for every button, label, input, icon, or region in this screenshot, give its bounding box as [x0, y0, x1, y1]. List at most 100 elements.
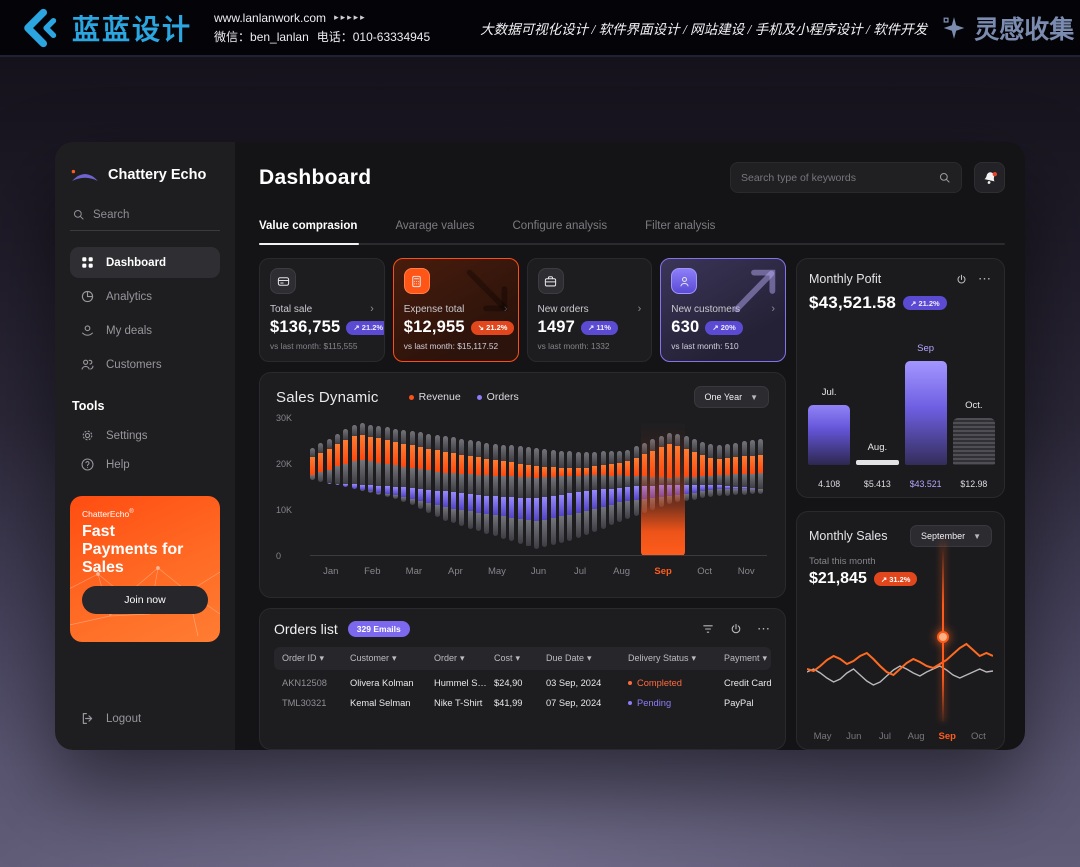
chevron-right-icon[interactable]: ›	[504, 303, 508, 315]
column-header-cost[interactable]: Cost▾	[494, 653, 546, 664]
waveform-segment-gray	[534, 448, 539, 466]
orders-list-card: Orders list 329 Emails ⋯ Order ID▾Custom…	[259, 608, 786, 750]
waveform-segment-gray	[700, 491, 705, 498]
banner-phone: 电话：010-63334945	[317, 28, 430, 45]
waveform-segment-gray	[551, 477, 556, 496]
page-title: Dashboard	[259, 166, 371, 190]
waveform-segment-gray	[692, 439, 697, 452]
waveform-segment-gray	[410, 431, 415, 445]
sidebar-search[interactable]	[70, 208, 220, 231]
stat-card-value: $136,755	[270, 318, 340, 337]
waveform-segment-gray	[692, 493, 697, 500]
column-header-payment[interactable]: Payment▾	[724, 653, 781, 664]
notifications-button[interactable]	[974, 162, 1005, 193]
waveform-bar	[459, 439, 464, 526]
sidebar-item-analytics[interactable]: Analytics	[70, 281, 220, 312]
column-header-due-date[interactable]: Due Date▾	[546, 653, 628, 664]
stat-card-total-sale[interactable]: Total sale›$136,755↗ 21.2%vs last month:…	[259, 258, 385, 362]
sidebar-item-settings[interactable]: Settings	[70, 422, 220, 449]
promo-card: ChatterEcho® Fast Payments for Sales Joi…	[70, 496, 220, 642]
waveform-segment-gray	[708, 444, 713, 458]
search-icon	[938, 171, 951, 184]
logout-button[interactable]: Logout	[70, 705, 220, 732]
sidebar-search-input[interactable]	[93, 209, 203, 221]
waveform-segment-orange	[742, 456, 747, 474]
waveform-segment-gray	[542, 520, 547, 547]
sparkle-icon	[941, 15, 967, 41]
range-select[interactable]: One Year▼	[694, 386, 769, 408]
waveform-segment-gray	[758, 439, 763, 455]
waveform-segment-purple	[551, 496, 556, 518]
waveform-segment-orange	[343, 440, 348, 464]
tab-value-comprasion[interactable]: Value comprasion	[259, 220, 357, 232]
column-header-customer[interactable]: Customer▾	[350, 653, 434, 664]
waveform-segment-gray	[476, 441, 481, 457]
monthly-sales-months: MayJunJulAugSepOct	[807, 731, 994, 742]
waveform-segment-gray	[634, 476, 639, 487]
sidebar-item-help[interactable]: Help	[70, 451, 220, 478]
profit-bar-value-label: $12.98	[953, 479, 995, 489]
waveform-segment-orange	[692, 452, 697, 477]
waveform-segment-orange	[443, 452, 448, 473]
export-icon[interactable]	[729, 622, 743, 636]
help-icon	[80, 457, 95, 472]
app-brand: Chattery Echo	[70, 166, 220, 184]
stat-card-expense-total[interactable]: Expense total›$12,955↘ 21.2%vs last mont…	[393, 258, 519, 362]
legend-item-revenue: Revenue	[409, 391, 461, 403]
x-axis-month-sep: Sep	[642, 566, 684, 577]
stat-card-new-customers[interactable]: New customers›630↗ 20%vs last month: 510	[660, 258, 786, 362]
table-row[interactable]: TML30321Kemal SelmanNike T-Shirt$41,9907…	[274, 690, 771, 710]
more-icon[interactable]: ⋯	[757, 626, 771, 632]
y-axis-tick: 30K	[276, 413, 302, 423]
table-row[interactable]: AKN12508Olivera KolmanHummel S…$24,9003 …	[274, 670, 771, 690]
profit-bar	[953, 418, 995, 465]
order-id: AKN12508	[282, 678, 350, 688]
chevron-right-icon[interactable]: ›	[370, 303, 374, 315]
chevron-right-icon[interactable]: ›	[638, 303, 642, 315]
column-header-order[interactable]: Order▾	[434, 653, 494, 664]
waveform-bar	[717, 445, 722, 496]
monthly-profit-title: Monthly Pofit	[809, 272, 881, 286]
waveform-segment-gray	[625, 501, 630, 519]
tab-avarage-values[interactable]: Avarage values	[395, 220, 474, 232]
waveform-bar	[343, 429, 348, 487]
chevron-down-icon: ▾	[516, 653, 521, 663]
sidebar-item-my-deals[interactable]: My deals	[70, 315, 220, 346]
join-now-button[interactable]: Join now	[82, 586, 208, 614]
legend-dot-icon	[409, 395, 414, 400]
waveform-segment-gray	[625, 450, 630, 462]
stat-card-new-orders[interactable]: New orders›1497↗ 11%vs last month: 1332	[527, 258, 653, 362]
waveform-bar	[352, 425, 357, 489]
status-dot-icon	[628, 681, 632, 685]
stat-card-title-row: New customers›	[671, 303, 775, 315]
more-icon[interactable]: ⋯	[978, 276, 992, 282]
banner-brand-text: 蓝蓝设计	[72, 8, 192, 48]
waveform-segment-gray	[501, 476, 506, 497]
sidebar-item-customers[interactable]: Customers	[70, 349, 220, 380]
waveform-segment-orange	[609, 464, 614, 476]
column-header-order-id[interactable]: Order ID▾	[282, 653, 350, 664]
stat-card-vs-last-month: vs last month: 1332	[538, 341, 642, 352]
waveform-segment-purple	[393, 487, 398, 496]
waveform-bar	[609, 451, 614, 525]
header-search-input[interactable]	[741, 172, 930, 184]
month-select[interactable]: September▼	[910, 525, 992, 547]
sidebar-item-dashboard[interactable]: Dashboard	[70, 247, 220, 278]
tab-filter-analysis[interactable]: Filter analysis	[645, 220, 715, 232]
waveform-segment-purple	[410, 488, 415, 499]
waveform-segment-gray	[484, 514, 489, 534]
waveform-segment-orange	[335, 444, 340, 466]
column-header-delivery-status[interactable]: Delivery Status▾	[628, 653, 724, 664]
msales-month-may: May	[807, 731, 838, 742]
waveform-segment-gray	[360, 460, 365, 485]
waveform-segment-gray	[526, 447, 531, 465]
filter-icon[interactable]	[701, 622, 715, 636]
profit-bar-value-label: $43.521	[905, 479, 947, 489]
chevron-right-icon[interactable]: ›	[771, 303, 775, 315]
export-icon[interactable]	[955, 273, 968, 286]
header-search[interactable]	[730, 162, 962, 193]
waveform-segment-gray	[742, 441, 747, 456]
waveform-bar	[742, 441, 747, 495]
waveform-segment-gray	[509, 445, 514, 462]
tab-configure-analysis[interactable]: Configure analysis	[513, 220, 608, 232]
